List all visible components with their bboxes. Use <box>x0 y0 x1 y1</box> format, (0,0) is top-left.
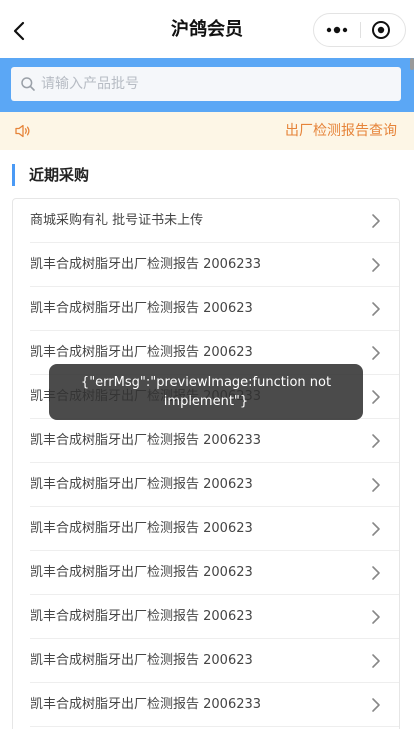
chevron-right-icon <box>372 214 380 228</box>
list-item-label: 凯丰合成树脂牙出厂检测报告 200623 <box>30 477 253 492</box>
purchase-list: 商城采购有礼 批号证书未上传凯丰合成树脂牙出厂检测报告 2006233 凯丰合成树… <box>12 198 400 729</box>
more-button[interactable] <box>314 14 360 46</box>
toast-message: {"errMsg":"previewImage:function not imp… <box>49 364 363 420</box>
capsule-menu <box>313 13 406 47</box>
list-item-label: 凯丰合成树脂牙出厂检测报告 200623 <box>30 609 253 624</box>
close-button[interactable] <box>359 14 405 46</box>
list-item[interactable]: 凯丰合成树脂牙出厂检测报告 2006233 <box>30 243 399 287</box>
list-item[interactable]: 凯丰合成树脂牙出厂检测报告 200623 <box>30 507 399 551</box>
more-dots-icon <box>326 26 348 34</box>
list-item[interactable]: 商城采购有礼 批号证书未上传 <box>30 199 399 243</box>
chevron-right-icon <box>372 346 380 360</box>
navigation-bar: 沪鸽会员 <box>0 0 414 58</box>
search-icon <box>21 77 35 91</box>
list-item-label: 凯丰合成树脂牙出厂检测报告 2006233 <box>30 697 262 712</box>
back-button[interactable] <box>6 14 34 48</box>
list-item[interactable]: 凯丰合成树脂牙出厂检测报告 2006233 <box>30 419 399 463</box>
chevron-right-icon <box>372 258 380 272</box>
list-item[interactable]: 凯丰合成树脂牙出厂检测报告 200623 <box>30 595 399 639</box>
chevron-right-icon <box>372 302 380 316</box>
chevron-right-icon <box>372 434 380 448</box>
section-title: 近期采购 <box>12 164 89 186</box>
chevron-right-icon <box>372 566 380 580</box>
speaker-icon <box>15 124 30 138</box>
list-item-label: 凯丰合成树脂牙出厂检测报告 2006233 <box>30 257 262 272</box>
list-item[interactable]: 凯丰合成树脂牙出厂检测报告 200623 <box>30 287 399 331</box>
chevron-right-icon <box>372 522 380 536</box>
chevron-right-icon <box>372 610 380 624</box>
list-item-label: 凯丰合成树脂牙出厂检测报告 200623 <box>30 521 253 536</box>
search-bar <box>0 58 414 112</box>
list-item-label: 商城采购有礼 批号证书未上传 <box>30 213 204 228</box>
chevron-right-icon <box>372 698 380 712</box>
chevron-right-icon <box>372 654 380 668</box>
search-box[interactable] <box>11 67 401 101</box>
chevron-right-icon <box>372 390 380 404</box>
list-item[interactable]: 凯丰合成树脂牙出厂检测报告 200623 <box>30 551 399 595</box>
list-item-label: 凯丰合成树脂牙出厂检测报告 200623 <box>30 653 253 668</box>
list-item-label: 凯丰合成树脂牙出厂检测报告 200623 <box>30 565 253 580</box>
notice-bar: 出厂检测报告查询 <box>0 112 414 150</box>
list-item[interactable]: 凯丰合成树脂牙出厂检测报告 2006233 <box>30 683 399 727</box>
search-input[interactable] <box>41 67 391 101</box>
chevron-right-icon <box>372 478 380 492</box>
list-item-label: 凯丰合成树脂牙出厂检测报告 2006233 <box>30 433 262 448</box>
list-item[interactable]: 凯丰合成树脂牙出厂检测报告 200623 <box>30 463 399 507</box>
scrollbar[interactable] <box>409 58 414 729</box>
list-item[interactable]: 凯丰合成树脂牙出厂检测报告 200623 <box>30 639 399 683</box>
report-query-link[interactable]: 出厂检测报告查询 <box>285 112 397 150</box>
target-circle-icon <box>372 21 390 39</box>
chevron-left-icon <box>13 21 25 41</box>
scrollbar-thumb[interactable] <box>410 58 414 70</box>
list-item-label: 凯丰合成树脂牙出厂检测报告 200623 <box>30 301 253 316</box>
